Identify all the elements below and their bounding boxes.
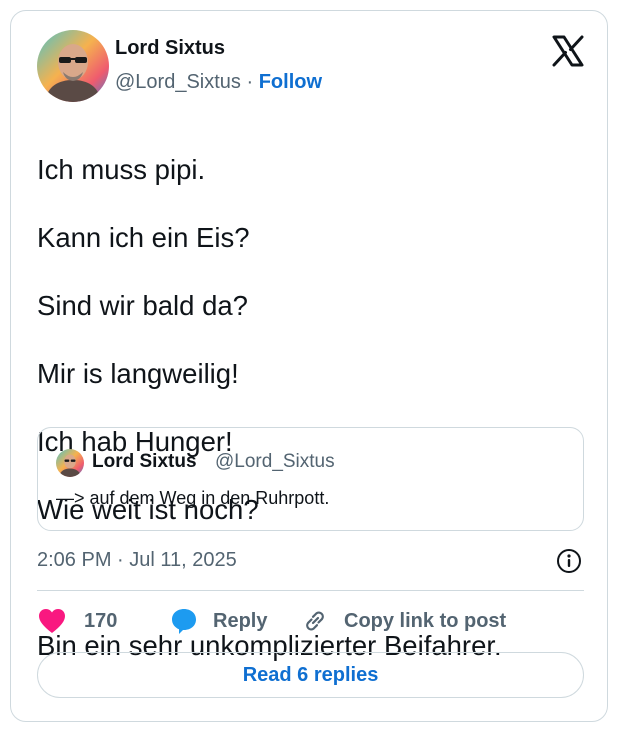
tweet-line: Sind wir bald da? (37, 290, 248, 321)
quoted-author-name: Lord Sixtus (92, 451, 197, 472)
read-replies-label: Read 6 replies (242, 663, 379, 686)
quoted-author-handle: @Lord_Sixtus (215, 451, 335, 472)
tweet-line: Mir is langweilig! (37, 358, 239, 389)
info-icon[interactable] (556, 548, 582, 574)
timestamp[interactable]: 2:06 PM · Jul 11, 2025 (37, 549, 237, 572)
reply-button[interactable]: Reply (170, 606, 267, 636)
copy-link-label: Copy link to post (344, 609, 507, 632)
divider (37, 590, 584, 591)
tweet-card: Lord Sixtus @Lord_Sixtus · Follow Ich mu… (10, 10, 608, 722)
action-bar: 170 Reply Copy link to post (37, 606, 587, 636)
like-count: 170 (84, 609, 118, 632)
author-handle-row: @Lord_Sixtus · Follow (115, 71, 322, 94)
like-button[interactable]: 170 (37, 606, 117, 636)
author-handle[interactable]: @Lord_Sixtus (115, 71, 241, 93)
tweet-line: Kann ich ein Eis? (37, 222, 250, 253)
x-logo-icon[interactable] (551, 34, 585, 68)
link-icon (301, 607, 329, 635)
tweet-line: Ich muss pipi. (37, 154, 206, 185)
author-avatar[interactable] (37, 30, 109, 102)
heart-icon (37, 607, 67, 635)
reply-label: Reply (213, 609, 268, 632)
copy-link-button[interactable]: Copy link to post (301, 606, 506, 636)
quoted-tweet[interactable]: Lord Sixtus @Lord_Sixtus —> auf dem Weg … (37, 427, 584, 531)
read-replies-button[interactable]: Read 6 replies (37, 652, 584, 698)
separator-dot: · (246, 71, 254, 93)
follow-button[interactable]: Follow (259, 71, 322, 93)
author-name[interactable]: Lord Sixtus (115, 37, 225, 60)
reply-bubble-icon (170, 607, 198, 635)
quoted-tweet-text: —> auf dem Weg in den Ruhrpott. (56, 488, 330, 508)
quoted-author-avatar (56, 449, 84, 477)
